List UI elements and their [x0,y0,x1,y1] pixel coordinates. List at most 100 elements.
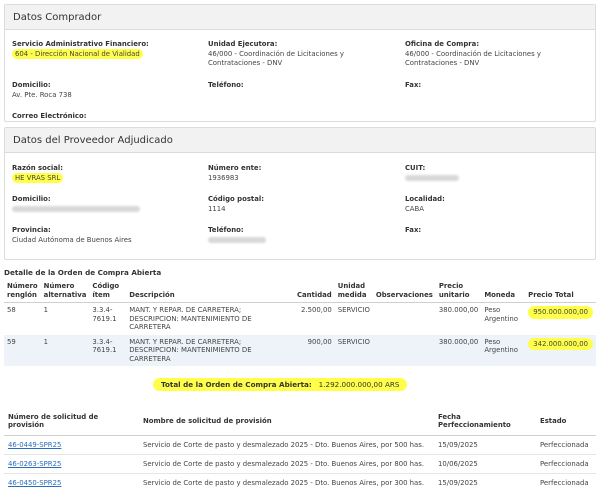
table-row: 46-0449-SPR25 Servicio de Corte de pasto… [4,435,596,455]
total-badge: Total de la Orden de Compra Abierta: 1.2… [153,378,408,391]
cell-nombre: Servicio de Corte de pasto y desmalezado… [139,473,434,491]
proveedor-header: Datos del Proveedor Adjudicado [5,128,595,153]
cell-codigo: 3.3.4-7619.1 [92,306,117,323]
table-row: 58 1 3.3.4-7619.1 MANT. Y REPAR. DE CARR… [4,303,596,335]
unidad-field: Unidad Ejecutora: 46/000 - Coordinación … [208,40,393,68]
proveedor-panel: Datos del Proveedor Adjudicado Razón soc… [4,127,596,260]
servicio-field: Servicio Administrativo Financiero: 604 … [12,40,197,59]
servicio-label: Servicio Administrativo Financiero: [12,40,149,48]
cell-descripcion: MANT. Y REPAR. DE CARRETERA; DESCRIPCION… [129,306,252,331]
table-row: 46-0450-SPR25 Servicio de Corte de pasto… [4,473,596,491]
correo-label: Correo Electrónico: [12,112,87,120]
cell-observaciones [372,334,436,366]
cell-codigo: 3.3.4-7619.1 [89,334,127,366]
col-fecha: Fecha Perfeccionamiento [434,410,536,436]
comprador-domicilio-value: Av. Pte. Roca 738 [12,91,72,99]
total-label: Total de la Orden de Compra Abierta: [161,380,312,389]
solicitud-link[interactable]: 46-0449-SPR25 [8,441,61,449]
comprador-domicilio-field: Domicilio: Av. Pte. Roca 738 [12,81,197,100]
unidad-value: 46/000 - Coordinación de Licitaciones y … [208,50,344,67]
col-precio-unitario: Precio unitario [435,282,482,303]
cuit-label: CUIT: [405,164,426,172]
unidad-label: Unidad Ejecutora: [208,40,278,48]
provision-table: Número de solicitud de provisión Nombre … [4,410,596,491]
cell-precio-unitario: 380.000,00 [435,334,482,366]
cell-estado: Perfeccionada [536,454,596,474]
cuit-redacted [405,175,459,181]
cp-field: Código postal: 1114 [208,195,393,214]
cell-unidad: SERVICIO [334,334,373,366]
col-numero-solicitud: Número de solicitud de provisión [4,410,139,436]
cp-label: Código postal: [208,195,264,203]
razon-field: Razón social: HE VRAS SRL [12,164,197,183]
proveedor-title: Datos del Proveedor Adjudicado [13,134,173,146]
cell-fecha: 15/09/2025 [434,435,536,455]
detalle-title: Detalle de la Orden de Compra Abierta [4,268,162,277]
cell-renglon: 59 [4,334,41,366]
items-header-row: Número renglón Número alternativa Código… [4,282,596,303]
col-alternativa: Número alternativa [40,282,90,303]
proveedor-fax-label: Fax: [405,226,422,234]
cell-nombre: Servicio de Corte de pasto y desmalezado… [139,454,434,474]
cell-estado: Perfeccionada [536,435,596,455]
proveedor-telefono-label: Teléfono: [208,226,244,234]
localidad-value: CABA [405,205,424,213]
col-descripcion: Descripción [126,282,294,303]
provincia-label: Provincia: [12,226,51,234]
col-codigo: Código ítem [89,282,127,303]
comprador-title: Datos Comprador [13,11,102,23]
table-row: 46-0263-SPR25 Servicio de Corte de pasto… [4,454,596,474]
servicio-value: 604 - Dirección Nacional de Vialidad [12,49,143,59]
oficina-value: 46/000 - Coordinación de Licitaciones y … [405,50,541,67]
cell-fecha: 10/06/2025 [434,454,536,474]
cell-descripcion: MANT. Y REPAR. DE CARRETERA; DESCRIPCION… [126,334,294,366]
provision-header-row: Número de solicitud de provisión Nombre … [4,410,596,436]
cell-precio-total: 950.000.000,00 [528,306,593,319]
cell-alternativa: 1 [43,306,49,314]
col-observaciones: Observaciones [372,282,436,303]
items-table: Número renglón Número alternativa Código… [4,282,596,366]
telefono-redacted [208,237,266,243]
localidad-label: Localidad: [405,195,445,203]
localidad-field: Localidad: CABA [405,195,590,214]
col-moneda: Moneda [481,282,526,303]
col-nombre-solicitud: Nombre de solicitud de provisión [139,410,434,436]
cell-precio-unitario: 380.000,00 [438,306,479,314]
comprador-header: Datos Comprador [5,5,595,30]
numero-ente-value: 1936983 [208,174,239,182]
comprador-telefono-label: Teléfono: [208,81,244,89]
col-cantidad: Cantidad [293,282,335,303]
domicilio-redacted [12,206,140,212]
solicitud-link[interactable]: 46-0450-SPR25 [8,479,61,487]
comprador-panel: Datos Comprador Servicio Administrativo … [4,4,596,122]
cell-alternativa: 1 [40,334,90,366]
provincia-field: Provincia: Ciudad Autónoma de Buenos Air… [12,226,197,245]
provincia-value: Ciudad Autónoma de Buenos Aires [12,236,132,244]
razon-value: HE VRAS SRL [12,173,64,183]
cell-fecha: 15/09/2025 [434,473,536,491]
solicitud-link[interactable]: 46-0263-SPR25 [8,460,61,468]
cell-estado: Perfeccionada [536,473,596,491]
cell-cantidad: 2.500,00 [301,306,332,314]
cell-precio-total: 342.000.000,00 [528,337,593,350]
col-renglon: Número renglón [4,282,41,303]
proveedor-domicilio-label: Domicilio: [12,195,51,203]
cell-moneda: Peso Argentino [484,306,518,323]
cuit-field: CUIT: [405,164,590,183]
col-unidad: Unidad medida [334,282,373,303]
cell-moneda: Peso Argentino [481,334,526,366]
oficina-field: Oficina de Compra: 46/000 - Coordinación… [405,40,590,68]
razon-label: Razón social: [12,164,64,172]
comprador-telefono-field: Teléfono: [208,81,393,90]
col-estado: Estado [536,410,596,436]
comprador-fax-field: Fax: [405,81,590,90]
comprador-fax-label: Fax: [405,81,422,89]
total-value: 1.292.000.000,00 ARS [318,380,400,389]
correo-field: Correo Electrónico: [12,112,197,121]
cell-nombre: Servicio de Corte de pasto y desmalezado… [139,435,434,455]
oficina-label: Oficina de Compra: [405,40,480,48]
cell-renglon: 58 [7,306,16,314]
comprador-domicilio-label: Domicilio: [12,81,51,89]
cp-value: 1114 [208,205,226,213]
table-row: 59 1 3.3.4-7619.1 MANT. Y REPAR. DE CARR… [4,334,596,366]
